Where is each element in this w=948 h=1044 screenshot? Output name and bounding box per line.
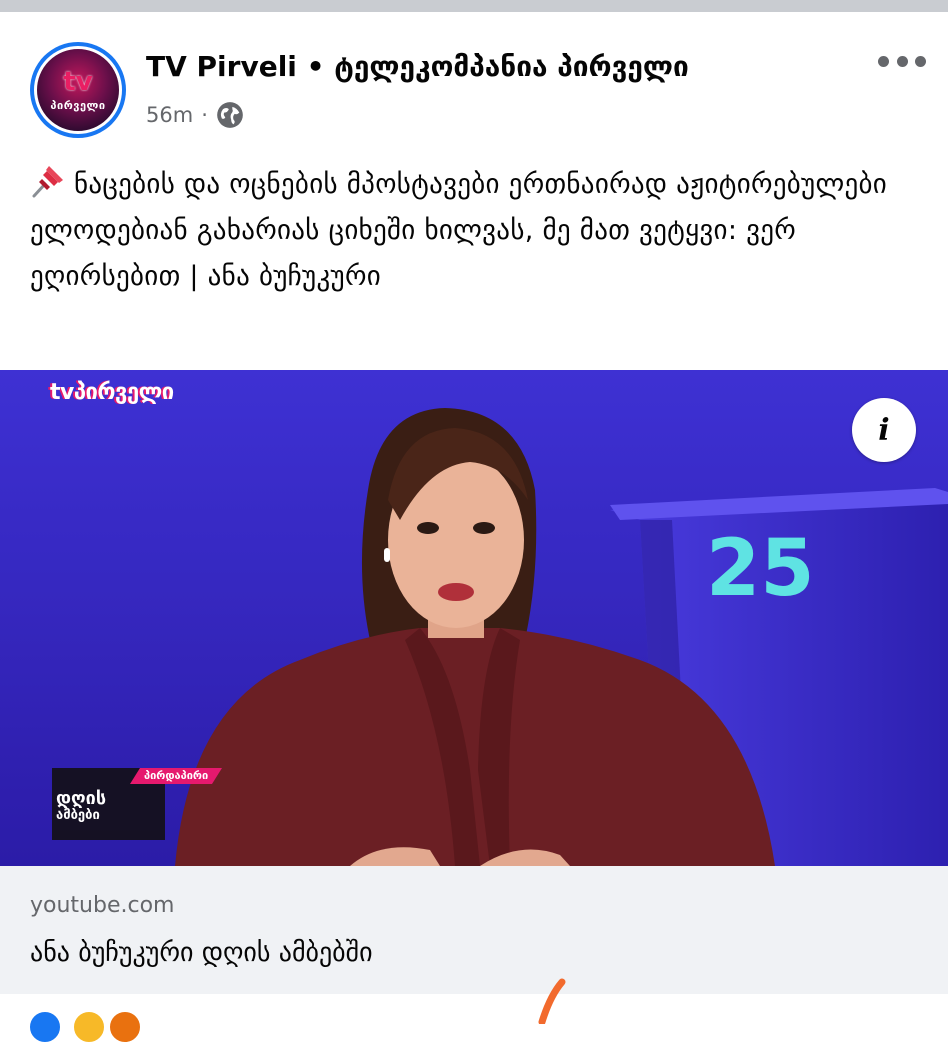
post-meta: 56m · <box>146 100 244 130</box>
program-logo-line1: დღის <box>56 788 107 809</box>
live-badge: პირდაპირი <box>144 769 209 782</box>
channel-logo-text: tvპირველი <box>50 380 174 405</box>
post-text: ნაცების და ოცნების მპოსტავები ერთნაირად … <box>30 162 920 300</box>
page-name-link[interactable]: TV Pirveli • ტელეკომპანია პირველი <box>146 50 689 83</box>
haha-reaction-icon <box>72 1010 106 1044</box>
post-body-text: ნაცების და ოცნების მპოსტავები ერთნაირად … <box>30 169 888 292</box>
program-logo: დღის ამბები <box>56 790 106 824</box>
podium-number: 25 <box>706 524 815 614</box>
info-icon[interactable]: i <box>852 398 916 462</box>
link-preview[interactable] <box>0 866 948 994</box>
pushpin-icon <box>32 166 63 198</box>
page-avatar[interactable]: tv პირველი <box>30 42 126 138</box>
info-label: i <box>878 412 890 448</box>
annotation-mark <box>538 978 566 1024</box>
angry-reaction-icon <box>108 1010 142 1044</box>
post-timestamp[interactable]: 56m <box>146 103 193 127</box>
video-thumbnail[interactable]: tvპირველი 25 პირდაპირი დღის ამბები <box>0 370 948 866</box>
more-horizontal-icon[interactable] <box>878 56 926 70</box>
globe-icon[interactable] <box>216 101 244 129</box>
avatar-logo: tv პირველი <box>34 46 122 134</box>
more-dot <box>896 56 908 67</box>
feed-divider <box>0 0 948 12</box>
link-domain: youtube.com <box>30 893 175 918</box>
more-dot <box>915 56 926 67</box>
meta-separator: · <box>201 103 208 127</box>
avatar-logo-word: პირველი <box>50 99 106 112</box>
more-dot <box>878 56 889 67</box>
reaction-summary[interactable] <box>28 1010 148 1044</box>
like-reaction-icon <box>28 1010 62 1044</box>
channel-logo: tvპირველი <box>50 380 174 405</box>
program-logo-line2: ამბები <box>56 808 100 823</box>
link-title[interactable]: ანა ბუჩუკური დღის ამბებში <box>30 938 373 968</box>
video-frame <box>0 370 948 866</box>
avatar-logo-text: tv <box>63 67 93 97</box>
